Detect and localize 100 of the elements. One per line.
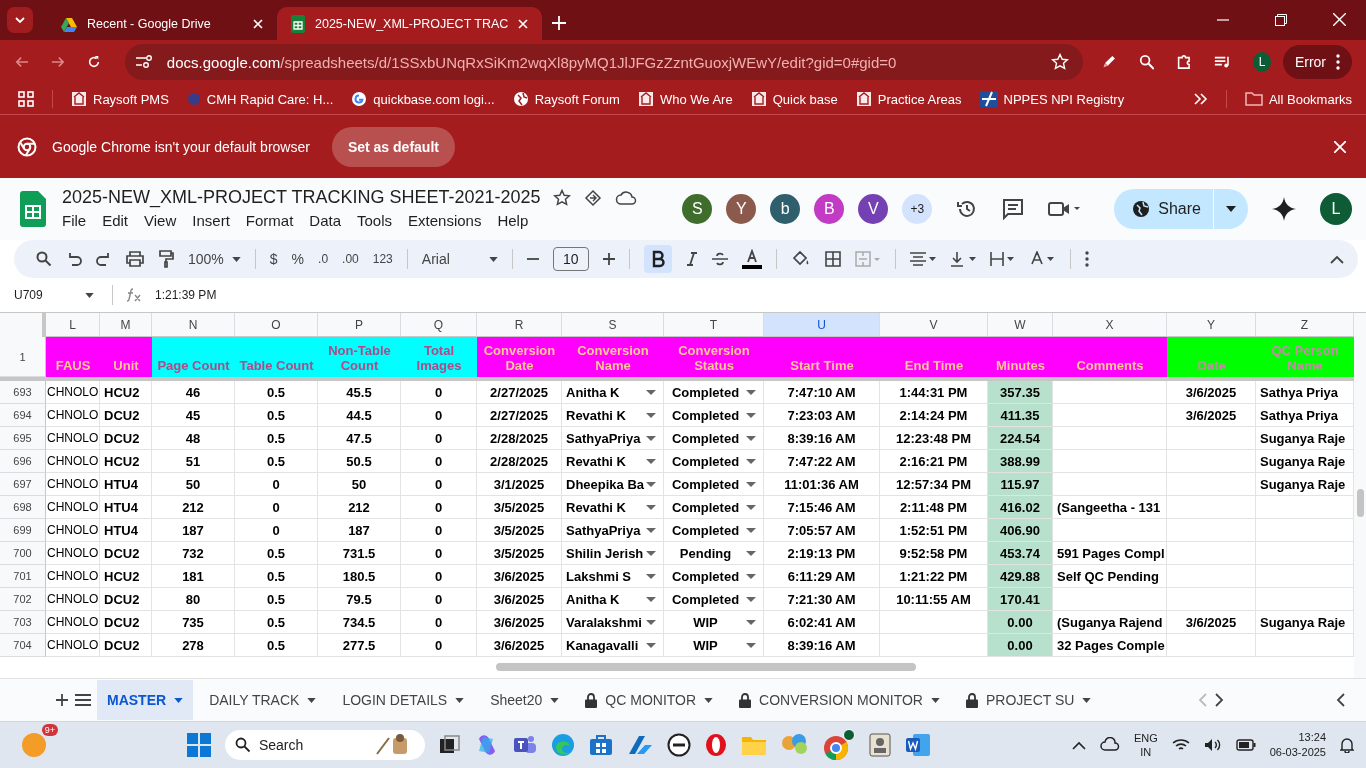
volume-icon[interactable]	[1203, 738, 1222, 752]
comment-icon[interactable]	[1002, 198, 1025, 220]
close-icon[interactable]	[518, 18, 529, 29]
notification-bell-icon[interactable]	[1340, 737, 1354, 753]
browser-tab[interactable]: Recent - Google Drive	[47, 7, 277, 40]
search-field[interactable]: Search	[224, 730, 425, 760]
dropdown-cell[interactable]: Completed	[664, 450, 764, 473]
reload-icon[interactable]	[86, 54, 101, 70]
dropdown-cell[interactable]: Completed	[664, 588, 764, 611]
fill-color-icon[interactable]	[790, 250, 811, 268]
font-dropdown[interactable]: Arial	[421, 251, 498, 267]
row-number[interactable]: 701	[0, 565, 46, 588]
print-icon[interactable]	[126, 251, 144, 267]
row-number[interactable]: 695	[0, 427, 46, 450]
dropdown-cell[interactable]: Revathi K	[562, 496, 664, 519]
undo-icon[interactable]	[66, 252, 82, 266]
dropdown-cell[interactable]: Kanagavalli	[562, 634, 664, 657]
collaborator-avatar[interactable]: Y	[726, 194, 757, 224]
zoom-dropdown[interactable]: 100%	[188, 251, 241, 267]
chevron-left-icon[interactable]	[1336, 693, 1346, 707]
sheet-tab[interactable]: PROJECT SU	[955, 680, 1102, 720]
row-number[interactable]: 1	[0, 337, 46, 377]
row-number[interactable]: 697	[0, 473, 46, 496]
media-icon[interactable]	[1213, 54, 1232, 70]
text-wrap-icon[interactable]	[989, 251, 1016, 267]
number-format-button[interactable]: 123	[372, 252, 393, 266]
search-icon[interactable]	[1138, 53, 1155, 71]
bookmark-link[interactable]: CMH Rapid Care: H...	[186, 91, 334, 107]
currency-format-button[interactable]: $	[269, 251, 278, 267]
dropdown-cell[interactable]: Completed	[664, 496, 764, 519]
browser-tab[interactable]: 2025-NEW_XML-PROJECT TRAC	[277, 7, 543, 40]
dropdown-cell[interactable]: Anitha K	[562, 588, 664, 611]
dropdown-cell[interactable]: Anitha K	[562, 381, 664, 404]
menu-item[interactable]: Data	[309, 210, 347, 231]
menu-item[interactable]: Help	[497, 210, 535, 231]
decrease-decimal-button[interactable]: .0	[318, 252, 329, 266]
back-icon[interactable]	[15, 54, 29, 70]
vertical-scrollbar[interactable]	[1354, 313, 1366, 678]
collapse-icon[interactable]	[1330, 254, 1344, 264]
italic-icon[interactable]	[685, 252, 698, 266]
dropdown-cell[interactable]: Varalakshmi	[562, 611, 664, 634]
menu-item[interactable]: File	[62, 210, 93, 231]
battery-icon[interactable]	[1235, 739, 1256, 751]
sheet-tab[interactable]: Sheet20	[480, 680, 570, 720]
arrows-icon[interactable]	[626, 734, 653, 756]
increase-decimal-button[interactable]: .00	[342, 252, 359, 266]
text-color-icon[interactable]	[741, 249, 762, 269]
menu-item[interactable]: View	[144, 210, 183, 231]
address-bar[interactable]: docs.google.com/spreadsheets/d/1SSxbUNqRxSiKm2wqXl8pyMQ1JlJFGzZzntGuoxjWEwY/edit?gid=0#gid=0	[124, 44, 1083, 80]
all-bookmarks-button[interactable]: All Bookmarks	[1244, 91, 1352, 107]
sparkle-icon[interactable]	[1272, 197, 1296, 221]
dropdown-cell[interactable]: SathyaPriya	[562, 519, 664, 542]
bookmark-link[interactable]: quickbase.com logi...	[351, 91, 495, 107]
puzzle-icon[interactable]	[1176, 53, 1192, 71]
bold-icon[interactable]	[643, 245, 672, 273]
menu-item[interactable]: Tools	[357, 210, 399, 231]
error-button[interactable]: Error	[1282, 45, 1352, 79]
row-number[interactable]: 703	[0, 611, 46, 634]
close-icon[interactable]	[1334, 140, 1346, 153]
chrome-app-icon[interactable]	[822, 729, 855, 761]
set-as-default-button[interactable]: Set as default	[331, 126, 455, 167]
menu-item[interactable]: Edit	[102, 210, 135, 231]
bookmark-link[interactable]: Who We Are	[637, 91, 733, 107]
sheet-tab[interactable]: CONVERSION MONITOR	[729, 680, 950, 720]
clock[interactable]: 13:24 06-03-2025	[1269, 730, 1326, 760]
sheet-tab[interactable]: QC MONITOR	[575, 680, 724, 720]
paint-format-icon[interactable]	[158, 250, 174, 268]
row-number[interactable]: 700	[0, 542, 46, 565]
document-title[interactable]: 2025-NEW_XML-PROJECT TRACKING SHEET-2021-2025	[62, 187, 541, 208]
dropdown-cell[interactable]: Revathi K	[562, 450, 664, 473]
collaborator-avatar[interactable]: S	[682, 194, 713, 224]
word-icon[interactable]	[904, 733, 931, 757]
dropdown-cell[interactable]: Dheepika Ba	[562, 473, 664, 496]
apps-icon[interactable]	[18, 91, 34, 107]
menu-item[interactable]: Extensions	[408, 210, 488, 231]
dropdown-cell[interactable]: WIP	[664, 611, 764, 634]
sheet-tab[interactable]: LOGIN DETAILS	[332, 680, 475, 720]
dropdown-cell[interactable]: Lakshmi S	[562, 565, 664, 588]
dropdown-cell[interactable]: Pending	[664, 542, 764, 565]
dropdown-cell[interactable]: Revathi K	[562, 404, 664, 427]
menu-icon[interactable]	[75, 694, 91, 706]
dropdown-cell[interactable]: Completed	[664, 381, 764, 404]
opera-icon[interactable]	[704, 733, 727, 757]
bookmark-link[interactable]: Quick base	[750, 91, 838, 107]
cloud-icon[interactable]	[614, 189, 637, 206]
bookmark-link[interactable]: Raysoft Forum	[512, 91, 620, 107]
row-number[interactable]: 704	[0, 634, 46, 657]
plus-icon[interactable]	[55, 693, 69, 707]
windows-start-icon[interactable]	[186, 733, 211, 757]
scrollbar-thumb[interactable]	[496, 663, 916, 671]
vertical-align-icon[interactable]	[949, 251, 976, 267]
formula-field[interactable]: 1:21:39 PM	[155, 288, 1366, 302]
strikethrough-icon[interactable]	[711, 252, 728, 266]
dropdown-cell[interactable]: Shilin Jerish	[562, 542, 664, 565]
redo-icon[interactable]	[96, 252, 112, 266]
dropdown-cell[interactable]: Completed	[664, 565, 764, 588]
row-number[interactable]: 702	[0, 588, 46, 611]
sheet-tab[interactable]: DAILY TRACK	[199, 680, 327, 720]
collaborator-avatar[interactable]: b	[770, 194, 801, 224]
share-options-button[interactable]	[1214, 189, 1248, 229]
